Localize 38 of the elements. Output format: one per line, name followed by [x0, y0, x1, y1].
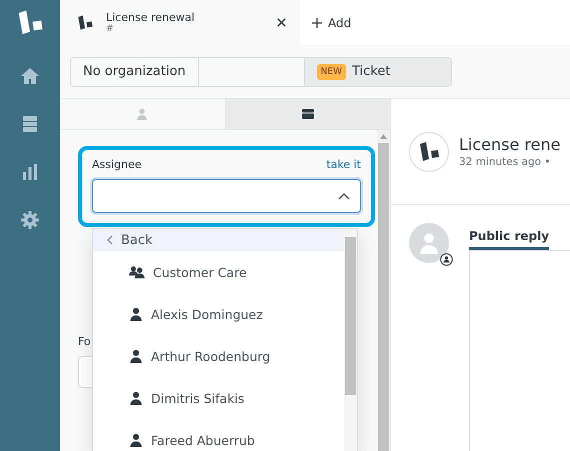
- person-icon: [129, 433, 143, 447]
- person-icon: [129, 391, 143, 405]
- ticket-meta: 32 minutes ago •: [459, 156, 552, 168]
- inbox-icon[interactable]: [20, 114, 40, 134]
- take-it-link[interactable]: take it: [326, 158, 361, 171]
- scroll-up-icon[interactable]: [380, 134, 387, 139]
- person-icon: [129, 307, 143, 321]
- layout-icon: [302, 109, 314, 119]
- plus-icon: [312, 18, 322, 28]
- ticket-logo-icon: [76, 14, 94, 32]
- breadcrumb-item[interactable]: No organization: [71, 58, 199, 86]
- ticket-tab[interactable]: License renewal #: [60, 0, 300, 45]
- assignee-field[interactable]: [92, 179, 361, 213]
- menu-option[interactable]: Fareed Abuerrub: [93, 419, 344, 451]
- field-label: Assignee: [92, 158, 142, 171]
- ticket-title: License rene: [459, 135, 560, 154]
- home-icon[interactable]: [20, 66, 40, 86]
- scrollbar[interactable]: [344, 229, 357, 451]
- panel-tab[interactable]: [224, 99, 390, 129]
- new-badge: NEW: [316, 64, 346, 80]
- ticket-number: #: [106, 24, 115, 34]
- user-icon: [136, 108, 148, 120]
- badge-icon: [440, 253, 453, 266]
- person-icon: [418, 232, 440, 254]
- back-option[interactable]: Back: [93, 229, 344, 251]
- tab-title: License renewal: [106, 11, 196, 24]
- chart-icon[interactable]: [20, 162, 40, 182]
- breadcrumb-item[interactable]: NEW Ticket: [304, 58, 451, 86]
- chevron-icon: [107, 235, 113, 245]
- settings-icon[interactable]: [20, 210, 40, 230]
- group-icon: [129, 265, 145, 279]
- breadcrumb-label: Ticket: [352, 64, 390, 79]
- person-icon: [129, 349, 143, 363]
- close-icon[interactable]: [277, 18, 286, 27]
- caret-icon: [338, 192, 350, 200]
- scrollbar[interactable]: [377, 130, 390, 451]
- field-label: Fo: [78, 335, 92, 348]
- logo-icon: [417, 140, 441, 164]
